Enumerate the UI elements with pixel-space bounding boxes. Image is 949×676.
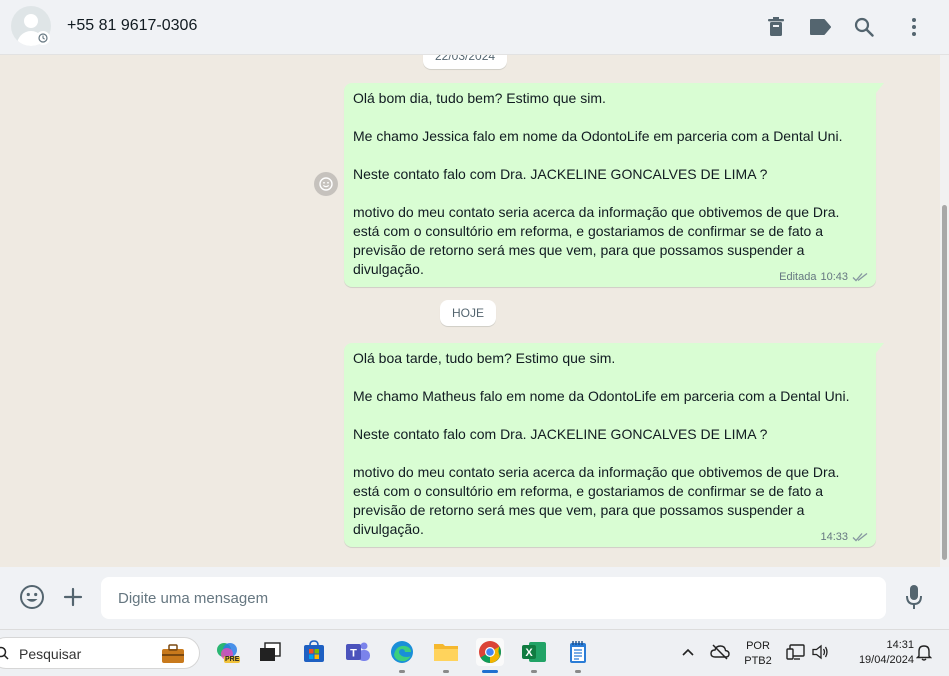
message-text: motivo do meu contato seria acerca da in… xyxy=(353,204,840,277)
notification-bell-icon[interactable] xyxy=(910,638,938,666)
emoji-icon[interactable] xyxy=(18,583,46,611)
taskbar-search[interactable]: Pesquisar xyxy=(0,637,200,669)
notepad-icon[interactable] xyxy=(564,638,592,673)
chat-header: +55 81 9617-0306 xyxy=(0,0,949,55)
language-code: POR xyxy=(746,640,770,652)
microphone-icon[interactable] xyxy=(900,583,928,611)
search-icon[interactable] xyxy=(851,14,877,40)
message-meta: 14:33 xyxy=(820,531,868,543)
briefcase-icon xyxy=(162,644,184,663)
double-check-icon xyxy=(852,272,868,282)
message-time: 10:43 xyxy=(820,271,848,283)
menu-icon[interactable] xyxy=(901,14,927,40)
chat-scrollbar[interactable] xyxy=(940,55,949,567)
cloud-offline-icon[interactable] xyxy=(706,638,734,666)
volume-icon[interactable] xyxy=(806,638,834,666)
message-time: 14:33 xyxy=(820,531,848,543)
teams-icon[interactable]: T xyxy=(344,638,372,666)
message-text: motivo do meu contato seria acerca da in… xyxy=(353,464,840,537)
search-label: Pesquisar xyxy=(19,646,82,662)
clock-time: 14:31 xyxy=(886,639,914,651)
delete-icon[interactable] xyxy=(763,14,789,40)
chrome-icon[interactable] xyxy=(476,638,504,673)
svg-text:X: X xyxy=(525,647,533,659)
contact-name[interactable]: +55 81 9617-0306 xyxy=(67,17,197,35)
message-input[interactable] xyxy=(101,577,886,619)
keyboard-layout: PTB2 xyxy=(744,655,772,667)
excel-icon[interactable]: X xyxy=(520,638,548,673)
message-text: Olá bom dia, tudo bem? Estimo que sim. xyxy=(353,90,606,106)
emoji-reaction-icon[interactable] xyxy=(314,172,338,196)
message-text: Olá boa tarde, tudo bem? Estimo que sim. xyxy=(353,350,616,366)
clock-date: 19/04/2024 xyxy=(858,654,914,666)
windows-taskbar: Pesquisar PRE T X POR PTB2 14:31 19/04/2… xyxy=(0,629,949,676)
attach-plus-icon[interactable] xyxy=(59,583,87,611)
outgoing-message[interactable]: Olá boa tarde, tudo bem? Estimo que sim.… xyxy=(344,343,884,547)
chevron-up-icon[interactable] xyxy=(674,638,702,666)
search-icon xyxy=(0,646,9,660)
store-icon[interactable] xyxy=(300,638,328,666)
clock[interactable]: 14:31 19/04/2024 xyxy=(838,639,914,666)
date-divider-today: HOJE xyxy=(440,300,497,326)
date-divider: 22/03/2024 xyxy=(423,55,508,69)
copilot-icon[interactable]: PRE xyxy=(213,638,241,666)
composer xyxy=(0,567,949,629)
message-text: Neste contato falo com Dra. JACKELINE GO… xyxy=(353,166,768,182)
edge-icon[interactable] xyxy=(388,638,416,673)
message-text: Me chamo Jessica falo em nome da OdontoL… xyxy=(353,128,843,144)
message-text: Neste contato falo com Dra. JACKELINE GO… xyxy=(353,426,768,442)
status-clock-icon xyxy=(36,31,50,45)
label-icon[interactable] xyxy=(807,14,833,40)
svg-text:T: T xyxy=(350,648,357,660)
edited-label: Editada xyxy=(779,271,817,283)
copilot-badge: PRE xyxy=(224,656,241,663)
message-meta: Editada 10:43 xyxy=(779,271,868,283)
language-indicator[interactable]: POR PTB2 xyxy=(740,640,776,667)
task-view-icon[interactable] xyxy=(256,638,284,666)
message-text: Me chamo Matheus falo em nome da OdontoL… xyxy=(353,388,850,404)
double-check-icon xyxy=(852,532,868,542)
outgoing-message[interactable]: Olá bom dia, tudo bem? Estimo que sim. M… xyxy=(344,83,884,287)
message-list[interactable]: 22/03/2024 Olá bom dia, tudo bem? Estimo… xyxy=(0,55,940,567)
file-explorer-icon[interactable] xyxy=(432,638,460,673)
